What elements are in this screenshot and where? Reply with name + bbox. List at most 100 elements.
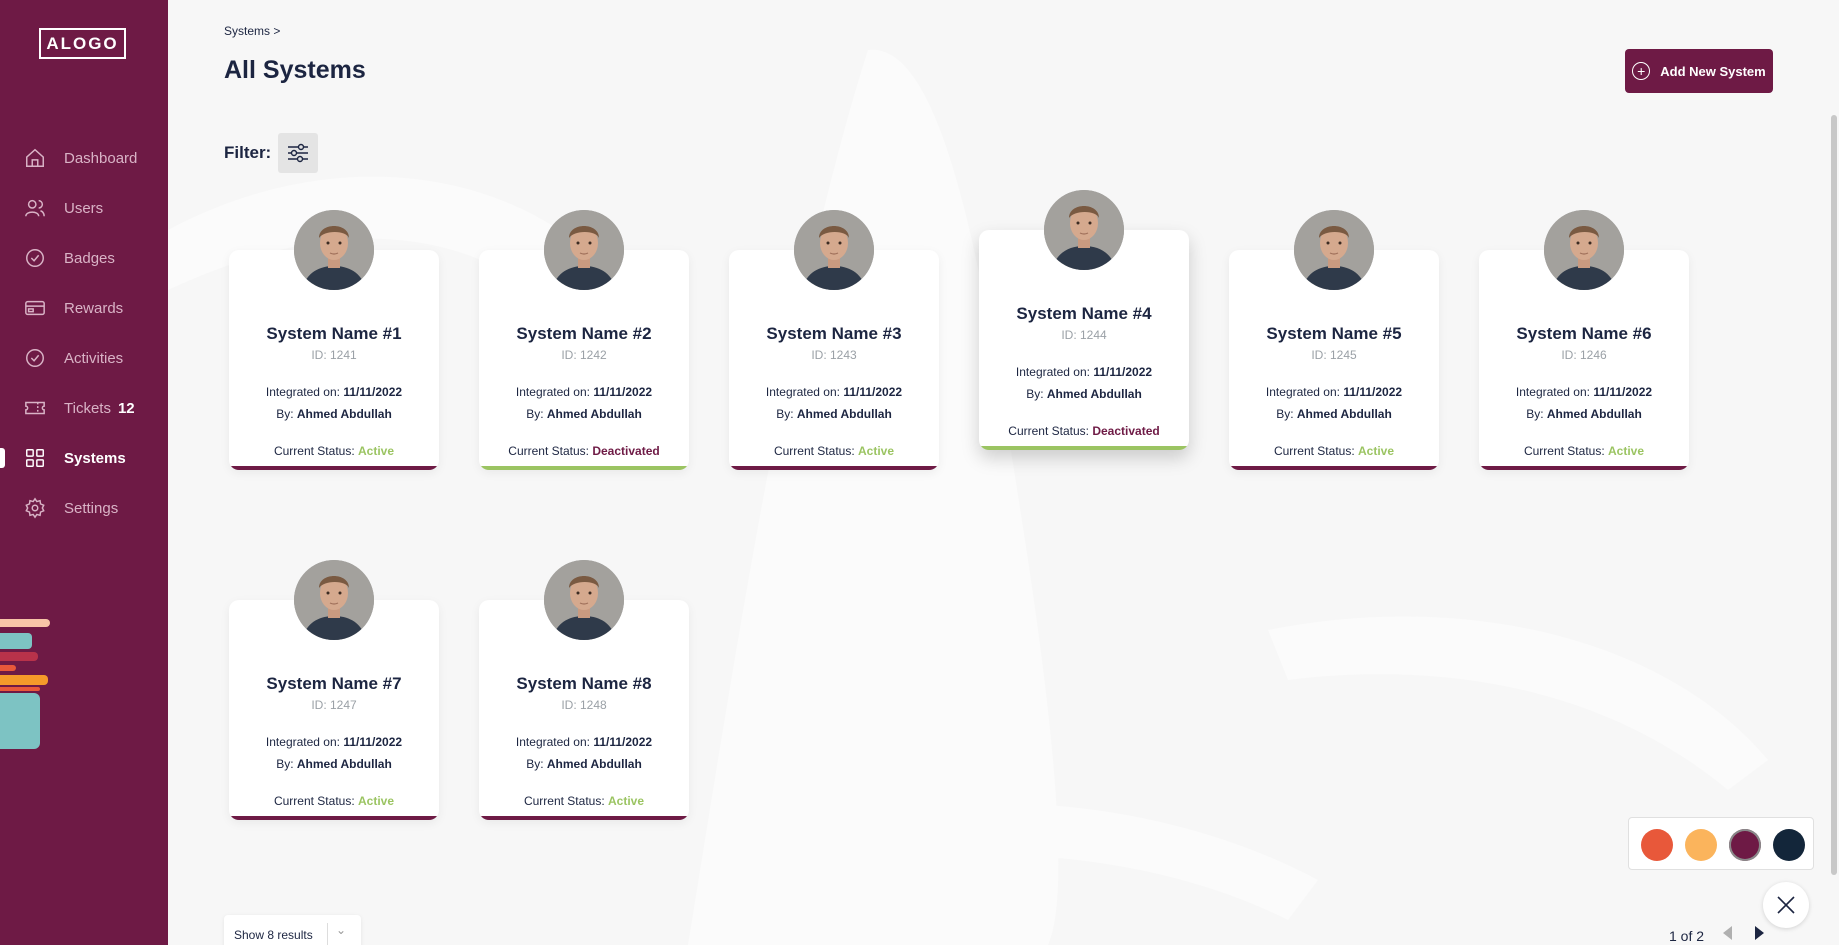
integrated-info: Integrated on: 11/11/2022	[229, 735, 439, 749]
system-name: System Name #4	[1016, 304, 1152, 323]
sidebar-item-users[interactable]: Users	[0, 183, 168, 233]
current-status: Current Status: Deactivated	[479, 444, 689, 458]
status-badge: Active	[358, 794, 395, 808]
system-id: ID: 1244	[1061, 328, 1107, 342]
status-badge: Active	[1358, 444, 1395, 458]
sidebar: ALOGO Dashboard Users Badges Rewards Act…	[0, 0, 168, 945]
sidebar-item-systems[interactable]: Systems	[0, 433, 168, 483]
desactivate-button[interactable]: Desactivate	[1229, 466, 1439, 470]
integrated-info: Integrated on: 11/11/2022	[1479, 385, 1689, 399]
system-id: ID: 1247	[311, 698, 357, 712]
filter-button[interactable]	[278, 133, 318, 173]
system-card: System Name #8 ID: 1248 Integrated on: 11/…	[479, 560, 689, 820]
system-card: System Name #4 ID: 1244 Integrated on: 11/…	[979, 190, 1189, 450]
status-label: Current Status:	[1273, 444, 1355, 458]
sidebar-item-badges[interactable]: Badges	[0, 233, 168, 283]
status-badge: Deactivated	[1092, 424, 1160, 438]
ticket-icon	[24, 397, 46, 419]
by-name: Ahmed Abdullah	[1046, 387, 1142, 401]
sidebar-item-label: Tickets	[64, 399, 111, 417]
sidebar-item-label: Users	[64, 199, 104, 217]
color-swatch-navy[interactable]	[1773, 829, 1805, 861]
integrated-by: By: Ahmed Abdullah	[229, 757, 439, 771]
system-id: ID: 1248	[561, 698, 607, 712]
by-name: Ahmed Abdullah	[796, 407, 892, 421]
desactivate-button[interactable]: Desactivate	[229, 816, 439, 820]
by-name: Ahmed Abdullah	[296, 407, 392, 421]
avatar	[544, 560, 624, 640]
integrated-date: 11/11/2022	[343, 735, 403, 749]
integrated-by: By: Ahmed Abdullah	[1229, 407, 1439, 421]
system-card: System Name #3 ID: 1243 Integrated on: 11/…	[729, 210, 939, 470]
color-swatch-orange[interactable]	[1641, 829, 1673, 861]
sidebar-item-tickets[interactable]: Tickets 12	[0, 383, 168, 433]
select-divider	[327, 923, 328, 945]
integrated-date: 11/11/2022	[343, 385, 403, 399]
sidebar-item-label: Systems	[64, 449, 126, 467]
sidebar-item-label: Settings	[64, 499, 119, 517]
system-name: System Name #8	[516, 674, 652, 693]
home-icon	[24, 147, 46, 169]
status-label: Current Status:	[1523, 444, 1605, 458]
system-id: ID: 1243	[811, 348, 857, 362]
sidebar-item-dashboard[interactable]: Dashboard	[0, 133, 168, 183]
integrated-date: 11/11/2022	[1343, 385, 1403, 399]
system-card: System Name #5 ID: 1245 Integrated on: 11/…	[1229, 210, 1439, 470]
system-name: System Name #1	[266, 324, 402, 343]
integrated-date: 11/11/2022	[593, 385, 653, 399]
avatar	[294, 210, 374, 290]
integrated-label: Integrated on:	[515, 735, 590, 749]
avatar	[1544, 210, 1624, 290]
close-button[interactable]	[1763, 882, 1809, 928]
integrated-by: By: Ahmed Abdullah	[1479, 407, 1689, 421]
system-name: System Name #3	[766, 324, 902, 343]
avatar	[544, 210, 624, 290]
sidebar-item-settings[interactable]: Settings	[0, 483, 168, 533]
system-card: System Name #6 ID: 1246 Integrated on: 11/…	[1479, 210, 1689, 470]
integrated-by: By: Ahmed Abdullah	[229, 407, 439, 421]
status-badge: Deactivated	[592, 444, 660, 458]
integrated-by: By: Ahmed Abdullah	[479, 407, 689, 421]
status-badge: Active	[358, 444, 395, 458]
integrated-info: Integrated on: 11/11/2022	[229, 385, 439, 399]
color-swatch-yellow[interactable]	[1685, 829, 1717, 861]
integrated-date: 11/11/2022	[593, 735, 653, 749]
integrated-info: Integrated on: 11/11/2022	[979, 365, 1189, 379]
desactivate-button[interactable]: Desactivate	[479, 816, 689, 820]
filter-label: Filter:	[224, 143, 272, 162]
prev-page-icon[interactable]	[1723, 926, 1732, 940]
by-name: Ahmed Abdullah	[296, 757, 392, 771]
status-label: Current Status:	[773, 444, 855, 458]
system-id: ID: 1242	[561, 348, 607, 362]
desactivate-button[interactable]: Desactivate	[729, 466, 939, 470]
activate-button[interactable]: Activate	[479, 466, 689, 470]
by-label: By:	[276, 757, 294, 771]
color-swatch-plum[interactable]	[1729, 829, 1761, 861]
by-label: By:	[1276, 407, 1294, 421]
desactivate-button[interactable]: Desactivate	[1479, 466, 1689, 470]
show-results-label: Show 8 results	[234, 928, 313, 942]
app-logo[interactable]: ALOGO	[39, 28, 126, 59]
system-card: System Name #1 ID: 1241 Integrated on: 11/…	[229, 210, 439, 470]
integrated-info: Integrated on: 11/11/2022	[729, 385, 939, 399]
sidebar-item-rewards[interactable]: Rewards	[0, 283, 168, 333]
activity-check-icon	[24, 347, 46, 369]
page-title: All Systems	[224, 56, 366, 84]
status-badge: Active	[1608, 444, 1645, 458]
breadcrumb[interactable]: Systems >	[224, 24, 280, 38]
next-page-icon[interactable]	[1755, 926, 1764, 940]
integrated-by: By: Ahmed Abdullah	[729, 407, 939, 421]
sidebar-item-activities[interactable]: Activities	[0, 333, 168, 383]
by-label: By:	[526, 407, 544, 421]
status-label: Current Status:	[273, 444, 355, 458]
integrated-date: 11/11/2022	[1093, 365, 1153, 379]
show-results-select[interactable]: Show 8 results ⌄	[224, 915, 361, 945]
desactivate-button[interactable]: Desactivate	[229, 466, 439, 470]
users-icon	[24, 197, 46, 219]
scrollbar[interactable]	[1831, 115, 1837, 875]
books-illustration	[0, 615, 55, 775]
integrated-label: Integrated on:	[1265, 385, 1340, 399]
add-new-system-button[interactable]: + Add New System	[1625, 49, 1773, 93]
status-badge: Active	[858, 444, 895, 458]
activate-button[interactable]: Activate	[979, 446, 1189, 450]
